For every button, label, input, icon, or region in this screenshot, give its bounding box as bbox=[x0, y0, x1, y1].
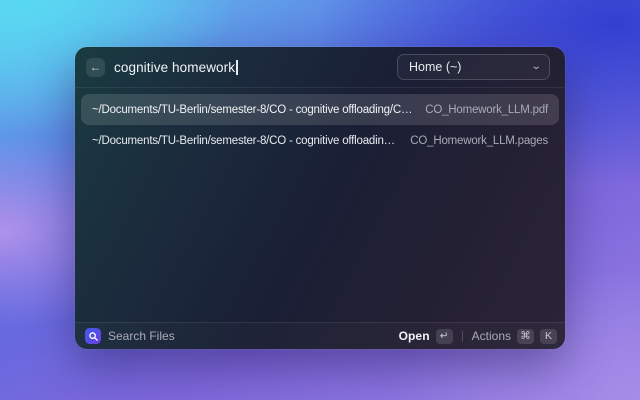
back-arrow-icon: ← bbox=[90, 61, 102, 73]
scope-dropdown-value: Home (~) bbox=[409, 60, 461, 74]
extension-name: Search Files bbox=[108, 329, 175, 343]
search-input[interactable]: cognitive homework bbox=[114, 60, 388, 75]
raycast-window: ← cognitive homework Home (~) ⌄ ~/Docume… bbox=[75, 47, 565, 349]
result-row[interactable]: ~/Documents/TU-Berlin/semester-8/CO - co… bbox=[81, 125, 559, 156]
k-key-icon: K bbox=[540, 329, 557, 344]
return-key-icon: ↵ bbox=[436, 329, 453, 344]
chevron-down-icon: ⌄ bbox=[530, 62, 541, 72]
command-key-icon: ⌘ bbox=[517, 329, 534, 344]
scope-dropdown[interactable]: Home (~) ⌄ bbox=[397, 54, 550, 80]
text-caret bbox=[236, 60, 238, 75]
actions-button[interactable]: Actions bbox=[472, 329, 511, 343]
magnifier-icon bbox=[89, 332, 98, 341]
result-filename: CO_Homework_LLM.pages bbox=[410, 135, 548, 147]
footer-divider bbox=[462, 331, 463, 342]
result-filename: CO_Homework_LLM.pdf bbox=[425, 104, 548, 116]
results-list: ~/Documents/TU-Berlin/semester-8/CO - co… bbox=[75, 88, 565, 162]
result-path: ~/Documents/TU-Berlin/semester-8/CO - co… bbox=[92, 135, 400, 147]
result-row[interactable]: ~/Documents/TU-Berlin/semester-8/CO - co… bbox=[81, 94, 559, 125]
open-action-label[interactable]: Open bbox=[399, 329, 430, 343]
footer-bar: Search Files Open ↵ Actions ⌘ K bbox=[75, 322, 565, 349]
back-button[interactable]: ← bbox=[86, 58, 105, 77]
search-header: ← cognitive homework Home (~) ⌄ bbox=[75, 47, 565, 88]
search-files-icon bbox=[85, 328, 101, 344]
search-query-text: cognitive homework bbox=[114, 60, 235, 75]
result-path: ~/Documents/TU-Berlin/semester-8/CO - co… bbox=[92, 104, 415, 116]
